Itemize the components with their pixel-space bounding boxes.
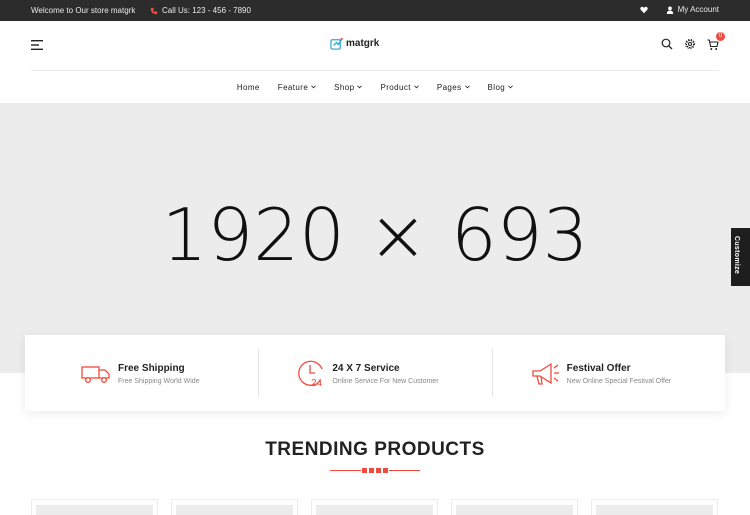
nav-item-feature[interactable]: Feature	[277, 82, 317, 92]
feature-title: 24 X 7 Service	[332, 363, 400, 374]
heart-icon[interactable]	[639, 6, 648, 14]
nav-item-label: Pages	[436, 82, 462, 92]
feature-title: Festival Offer	[566, 363, 631, 374]
truck-icon	[81, 366, 110, 383]
product-image	[596, 505, 713, 515]
feature-free-shipping: Free Shipping Free Shipping World Wide	[25, 335, 258, 411]
dot	[376, 468, 381, 473]
logo-text: matgrk	[346, 38, 380, 49]
svg-text:24: 24	[311, 378, 323, 387]
cart-icon	[707, 39, 719, 50]
my-account-label: My Account	[677, 5, 719, 14]
feature-title: Free Shipping	[118, 363, 185, 374]
feature-subtitle: New Online Special Festival Offer	[566, 378, 672, 385]
call-us-text: Call Us: 123 - 456 - 7890	[162, 6, 251, 15]
nav-item-product[interactable]: Product	[380, 82, 419, 92]
nav-item-home[interactable]: Home	[237, 83, 260, 92]
feature-subtitle: Free Shipping World Wide	[118, 378, 200, 385]
nav-item-blog[interactable]: Blog	[488, 83, 514, 92]
megaphone-icon	[532, 362, 559, 385]
logo-icon	[330, 37, 343, 50]
feature-festival-offer: Festival Offer New Online Special Festiv…	[491, 335, 725, 411]
chevron-down-icon	[508, 85, 514, 89]
product-card[interactable]	[311, 499, 438, 515]
features-strip: Free Shipping Free Shipping World Wide 2…	[25, 335, 725, 411]
nav-item-label: Home	[236, 82, 260, 92]
nav-item-label: Product	[380, 82, 411, 92]
search-icon[interactable]	[661, 38, 673, 50]
gear-icon[interactable]	[684, 38, 696, 50]
top-bar: Welcome to Our store matgrk Call Us: 123…	[0, 0, 750, 21]
chevron-down-icon	[357, 85, 363, 89]
product-image	[456, 505, 573, 515]
clock-24-icon: 24	[298, 360, 323, 387]
product-grid	[31, 499, 719, 515]
phone-icon	[150, 7, 158, 14]
nav-item-pages[interactable]: Pages	[437, 83, 470, 92]
site-logo[interactable]: matgrk	[330, 37, 379, 50]
hero-placeholder-text: 1920 × 693	[161, 193, 589, 277]
nav-item-shop[interactable]: Shop	[334, 82, 363, 92]
cart-count-badge: 0	[716, 32, 725, 41]
customize-label: Customize	[733, 236, 740, 275]
user-icon	[666, 6, 673, 14]
product-card[interactable]	[451, 499, 578, 515]
product-image	[36, 505, 153, 515]
section-title-dots	[361, 468, 389, 473]
chevron-down-icon	[413, 85, 419, 89]
nav-item-label: Blog	[487, 82, 506, 92]
customize-tab[interactable]: Customize	[731, 228, 750, 286]
feature-24x7-service: 24 24 X 7 Service Online Service For New…	[258, 335, 491, 411]
chevron-down-icon	[311, 85, 317, 89]
hero-banner: 1920 × 693	[0, 103, 750, 373]
menu-icon[interactable]	[31, 39, 45, 51]
welcome-text: Welcome to Our store matgrk	[31, 6, 136, 15]
cart-button[interactable]: 0	[707, 32, 725, 50]
product-card[interactable]	[171, 499, 298, 515]
product-image	[176, 505, 293, 515]
main-nav: Home Feature Shop Product Pages Blog	[0, 71, 750, 103]
site-header: matgrk 0	[0, 21, 750, 71]
product-image	[316, 505, 433, 515]
chevron-down-icon	[464, 85, 470, 89]
product-card[interactable]	[31, 499, 158, 515]
product-card[interactable]	[591, 499, 718, 515]
feature-subtitle: Online Service For New Customer	[332, 378, 439, 385]
my-account-link[interactable]: My Account	[666, 5, 719, 14]
nav-item-label: Feature	[277, 82, 309, 92]
dot	[383, 468, 388, 473]
call-us[interactable]: Call Us: 123 - 456 - 7890	[150, 6, 251, 15]
dot	[362, 468, 367, 473]
section-title: TRENDING PRODUCTS	[265, 439, 485, 460]
dot	[369, 468, 374, 473]
nav-item-label: Shop	[334, 82, 355, 92]
